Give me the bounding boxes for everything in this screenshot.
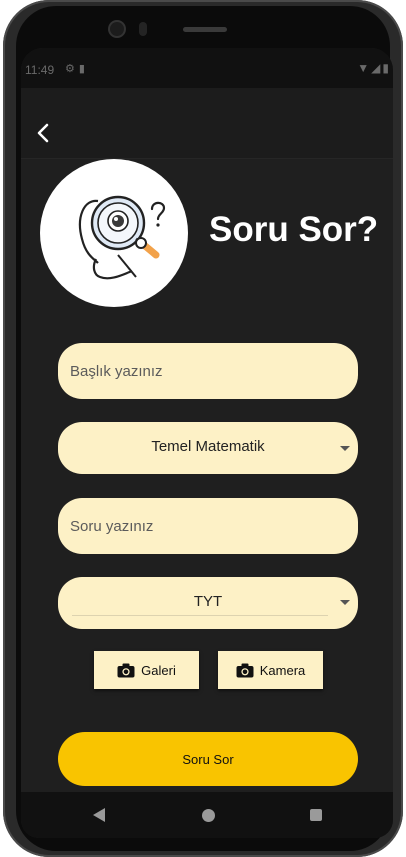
submit-question-button[interactable]: Soru Sor	[58, 732, 358, 786]
question-input[interactable]	[58, 498, 358, 554]
status-right-icons: ▼◢▮	[357, 61, 391, 75]
chevron-down-icon	[340, 446, 350, 451]
camera-label: Kamera	[259, 662, 306, 678]
page-title: Soru Sor?	[209, 210, 379, 249]
exam-dropdown[interactable]: TYT	[58, 577, 358, 629]
illustration-avatar	[40, 159, 188, 307]
earpiece-speaker	[183, 27, 227, 32]
status-bar: 11:49 ⚙▮ ▼◢▮	[21, 48, 393, 88]
question-field[interactable]	[58, 498, 358, 554]
subject-selected: Temel Matematik	[151, 438, 265, 455]
back-arrow-icon[interactable]	[34, 122, 54, 144]
nav-back-icon[interactable]	[93, 808, 105, 822]
submit-label: Soru Sor	[182, 751, 234, 767]
status-time: 11:49	[25, 63, 55, 77]
proximity-sensor	[139, 22, 147, 36]
magnifier-question-icon	[78, 195, 166, 280]
system-nav-bar	[21, 792, 393, 838]
gallery-button[interactable]: Galeri	[94, 651, 199, 689]
subject-dropdown[interactable]: Temel Matematik	[58, 422, 358, 474]
camera-button[interactable]: Kamera	[218, 651, 323, 689]
chevron-down-icon	[340, 600, 350, 605]
battery-icon: ▮	[382, 61, 391, 75]
camera-icon	[117, 663, 135, 678]
exam-selected: TYT	[193, 593, 223, 610]
nav-recents-icon[interactable]	[310, 809, 322, 821]
status-left-icons: ⚙▮	[65, 62, 89, 75]
phone-frame: 11:49 ⚙▮ ▼◢▮ Soru Sor? Başlık yazınız Te…	[3, 0, 403, 857]
signal-icon: ◢	[371, 61, 383, 75]
wifi-icon: ▼	[357, 61, 372, 75]
title-field[interactable]	[58, 343, 358, 399]
app-bar	[21, 88, 393, 159]
camera-icon	[236, 663, 254, 678]
app-screen: 11:49 ⚙▮ ▼◢▮ Soru Sor? Başlık yazınız Te…	[21, 48, 393, 838]
sd-card-icon: ▮	[78, 63, 89, 75]
title-input[interactable]	[58, 343, 358, 399]
dropdown-underline	[72, 615, 328, 616]
gallery-label: Galeri	[141, 662, 176, 678]
settings-icon: ⚙	[65, 63, 79, 75]
front-camera	[110, 22, 124, 36]
nav-home-icon[interactable]	[202, 809, 215, 822]
